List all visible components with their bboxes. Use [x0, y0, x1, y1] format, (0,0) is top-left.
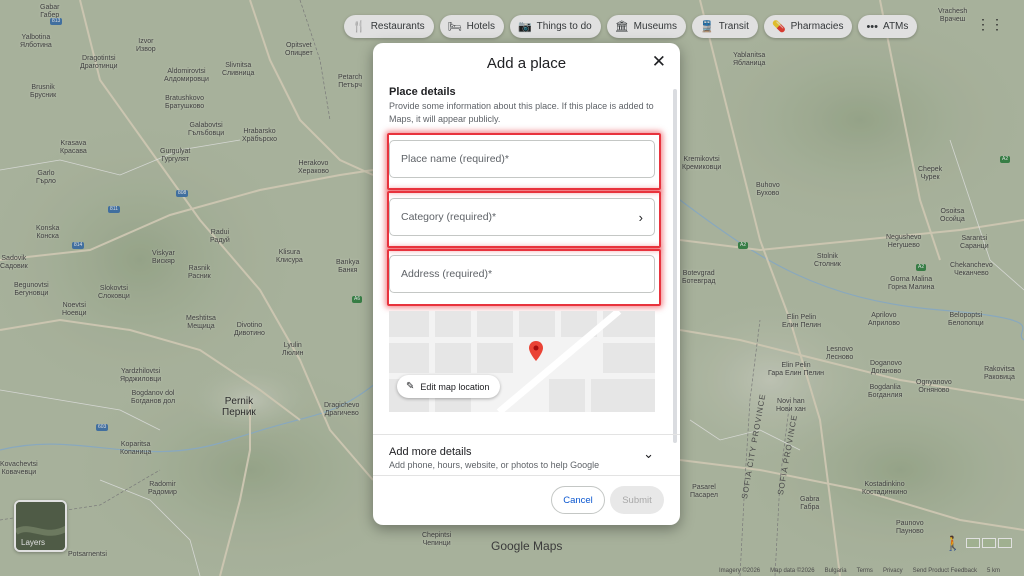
edit-map-location-label: Edit map location: [420, 381, 490, 392]
location-pin-icon: [529, 341, 543, 361]
edit-map-location-button[interactable]: ✎ Edit map location: [397, 375, 501, 398]
divider: [373, 434, 680, 435]
chevron-right-icon: ›: [638, 209, 643, 225]
place-name-placeholder: Place name (required)*: [401, 153, 509, 165]
add-place-dialog: Add a place ✕ Place details Provide some…: [373, 43, 680, 525]
submit-button[interactable]: Submit: [610, 486, 664, 514]
address-input[interactable]: Address (required)*: [389, 255, 655, 293]
divider: [373, 475, 680, 476]
category-placeholder: Category (required)*: [401, 211, 497, 223]
address-placeholder: Address (required)*: [401, 268, 493, 280]
edit-location-icon: ✎: [406, 381, 415, 392]
add-more-details-title[interactable]: Add more details: [389, 446, 472, 458]
add-more-details-description: Add phone, hours, website, or photos to …: [389, 460, 600, 470]
cancel-button[interactable]: Cancel: [551, 486, 605, 514]
place-name-input[interactable]: Place name (required)*: [389, 140, 655, 178]
chevron-down-icon[interactable]: ⌄: [643, 446, 654, 462]
close-icon[interactable]: ✕: [652, 53, 666, 71]
dialog-scrollbar[interactable]: [673, 89, 677, 443]
section-description: Provide some information about this plac…: [389, 101, 654, 124]
category-select[interactable]: Category (required)* ›: [389, 198, 655, 236]
section-title: Place details: [389, 86, 456, 98]
dialog-title: Add a place: [486, 55, 567, 72]
